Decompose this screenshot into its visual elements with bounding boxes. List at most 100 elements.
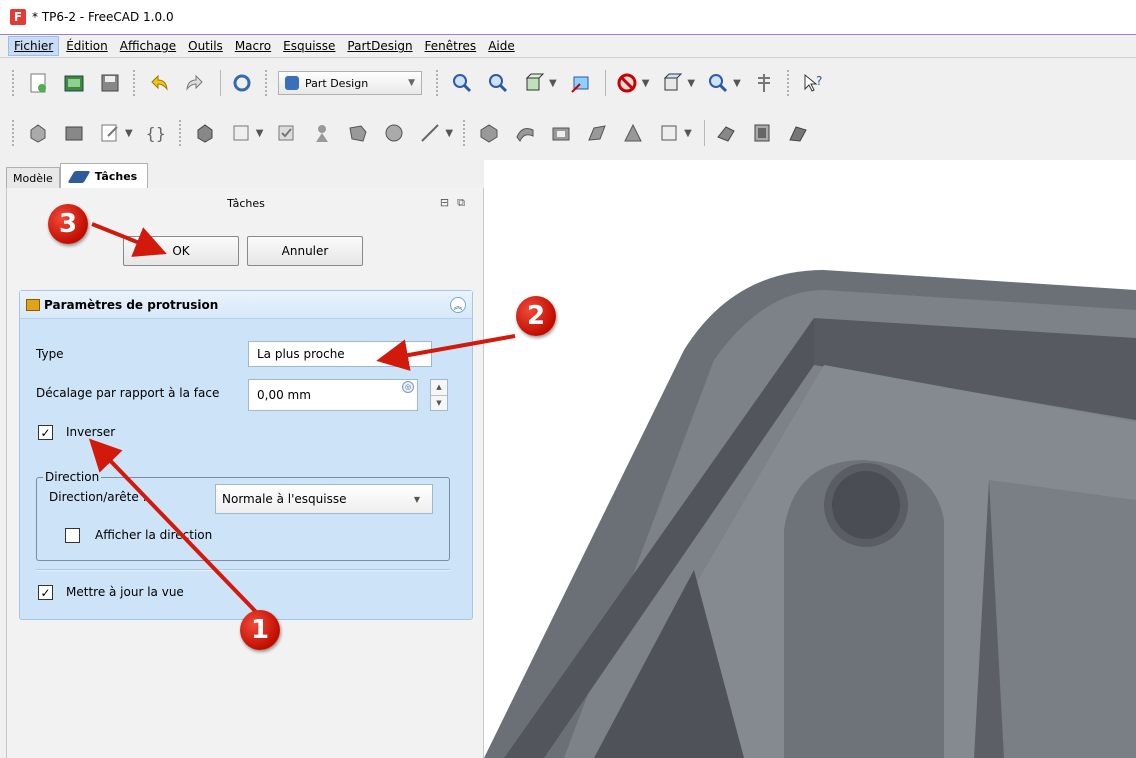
chevron-down-icon[interactable]: ▼: [256, 128, 264, 139]
cancel-button[interactable]: Annuler: [247, 236, 363, 266]
menu-outils[interactable]: Outils: [183, 37, 228, 55]
type-select[interactable]: La plus proche: [248, 341, 432, 367]
pipe-icon[interactable]: [512, 120, 538, 146]
offset-input[interactable]: 0,00 mm: [248, 379, 418, 411]
offset-spinbox-buttons[interactable]: ▲ ▼: [430, 379, 448, 411]
3d-model-render: [484, 270, 1136, 758]
no-draw-style-icon[interactable]: [614, 70, 640, 96]
update-view-checkbox[interactable]: ✓: [38, 585, 53, 600]
separator: [36, 569, 450, 571]
toolbar-grip[interactable]: [786, 70, 790, 96]
menu-esquisse[interactable]: Esquisse: [278, 37, 340, 55]
show-direction-checkbox[interactable]: [65, 528, 80, 543]
reverse-checkbox[interactable]: ✓: [38, 425, 53, 440]
toolbar-grip[interactable]: [12, 120, 15, 146]
toolbar-grip[interactable]: [463, 120, 466, 146]
chevron-down-icon[interactable]: ▼: [125, 128, 133, 139]
undo-icon[interactable]: [146, 70, 172, 96]
menu-fenetres[interactable]: Fenêtres: [420, 37, 482, 55]
3d-viewport[interactable]: [484, 160, 1136, 758]
direction-edge-select[interactable]: Normale à l'esquisse ▼: [215, 484, 433, 514]
freecad-logo-icon: F: [10, 9, 26, 25]
menu-aide[interactable]: Aide: [483, 37, 520, 55]
sub-shape-icon[interactable]: [228, 120, 254, 146]
partdesign-workbench-icon: [285, 76, 299, 90]
offset-label: Décalage par rapport à la face: [36, 386, 220, 400]
spin-up-icon[interactable]: ▲: [431, 380, 447, 396]
toolbar-grip[interactable]: [178, 120, 182, 146]
chevron-down-icon[interactable]: ▼: [642, 78, 650, 89]
float-icon[interactable]: ⊟: [440, 196, 457, 209]
clone-icon[interactable]: [273, 120, 299, 146]
panel-header-buttons: ⊟⧉: [440, 196, 473, 210]
menu-fichier[interactable]: Fichier: [8, 36, 60, 56]
revolution-icon[interactable]: [381, 120, 407, 146]
thickness-icon[interactable]: [785, 120, 811, 146]
std-views-icon[interactable]: [659, 70, 685, 96]
box-header[interactable]: Paramètres de protrusion: [20, 291, 472, 319]
measure-icon[interactable]: [567, 70, 593, 96]
pocket-icon[interactable]: [548, 120, 574, 146]
callout-label-1: 1: [250, 615, 270, 645]
toolbar-grip[interactable]: [12, 70, 15, 96]
subtractive-loft-icon[interactable]: [620, 120, 646, 146]
menu-partdesign[interactable]: PartDesign: [342, 37, 417, 55]
zoom-fit-icon[interactable]: [449, 70, 475, 96]
body-icon[interactable]: [25, 120, 51, 146]
box-title: Paramètres de protrusion: [44, 297, 219, 312]
undock-icon[interactable]: ⧉: [457, 196, 473, 209]
tab-model[interactable]: Modèle: [6, 167, 60, 189]
direction-group-title: Direction: [43, 470, 102, 484]
open-file-icon[interactable]: [61, 70, 87, 96]
type-value: La plus proche: [257, 347, 345, 361]
collapse-icon[interactable]: ︽: [450, 297, 466, 313]
callout-label-3: 3: [58, 209, 78, 239]
checkmark-icon: ✓: [40, 585, 51, 600]
menu-affichage[interactable]: Affichage: [115, 37, 181, 55]
whats-this-icon[interactable]: ?: [800, 70, 826, 96]
spin-down-icon[interactable]: ▼: [431, 396, 447, 411]
line-icon[interactable]: [417, 120, 443, 146]
chevron-down-icon[interactable]: ▼: [733, 78, 741, 89]
direction-edge-value: Normale à l'esquisse: [222, 492, 347, 506]
ok-button[interactable]: OK: [123, 236, 239, 266]
callout-label-2: 2: [526, 301, 546, 331]
sketch-icon[interactable]: [309, 120, 335, 146]
view-cube-icon[interactable]: [521, 70, 547, 96]
loft-icon[interactable]: [476, 120, 502, 146]
save-icon[interactable]: [97, 70, 123, 96]
datum-icon[interactable]: [97, 120, 123, 146]
toolbar-grip[interactable]: [265, 70, 268, 96]
expression-icon[interactable]: ◎: [402, 381, 414, 393]
fillet-icon[interactable]: [713, 120, 739, 146]
folder-icon[interactable]: [61, 120, 87, 146]
tab-model-label: Modèle: [13, 172, 53, 185]
toolbar-file-view: Part Design ▼ ▼ ▼ ▼ ▼ ?: [0, 60, 1136, 106]
new-file-icon[interactable]: [25, 70, 51, 96]
pad-icon[interactable]: [345, 120, 371, 146]
menu-macro[interactable]: Macro: [230, 37, 276, 55]
zoom-selection-icon[interactable]: [485, 70, 511, 96]
redo-icon[interactable]: [182, 70, 208, 96]
chevron-down-icon[interactable]: ▼: [687, 78, 695, 89]
tab-tasks-label: Tâches: [94, 170, 138, 183]
chamfer-icon[interactable]: [656, 120, 682, 146]
tab-tasks[interactable]: Tâches: [59, 163, 149, 189]
refresh-icon[interactable]: [229, 70, 255, 96]
caliper-icon[interactable]: [751, 70, 777, 96]
chevron-down-icon[interactable]: ▼: [549, 78, 557, 89]
shape-binder-icon[interactable]: [192, 120, 218, 146]
chevron-down-icon[interactable]: ▼: [684, 128, 692, 139]
toolbar-grip[interactable]: [133, 70, 136, 96]
cancel-button-label: Annuler: [281, 244, 329, 258]
menu-edition[interactable]: Édition: [61, 37, 113, 55]
zoom-icon[interactable]: [705, 70, 731, 96]
groove-icon[interactable]: [584, 120, 610, 146]
draft-icon[interactable]: [749, 120, 775, 146]
offset-value: 0,00 mm: [257, 388, 311, 402]
chevron-down-icon[interactable]: ▼: [445, 128, 453, 139]
toolbar-grip[interactable]: [436, 70, 439, 96]
brackets-icon[interactable]: {}: [143, 120, 169, 146]
workbench-selector[interactable]: Part Design ▼: [278, 71, 422, 95]
update-view-label: Mettre à jour la vue: [66, 585, 184, 599]
